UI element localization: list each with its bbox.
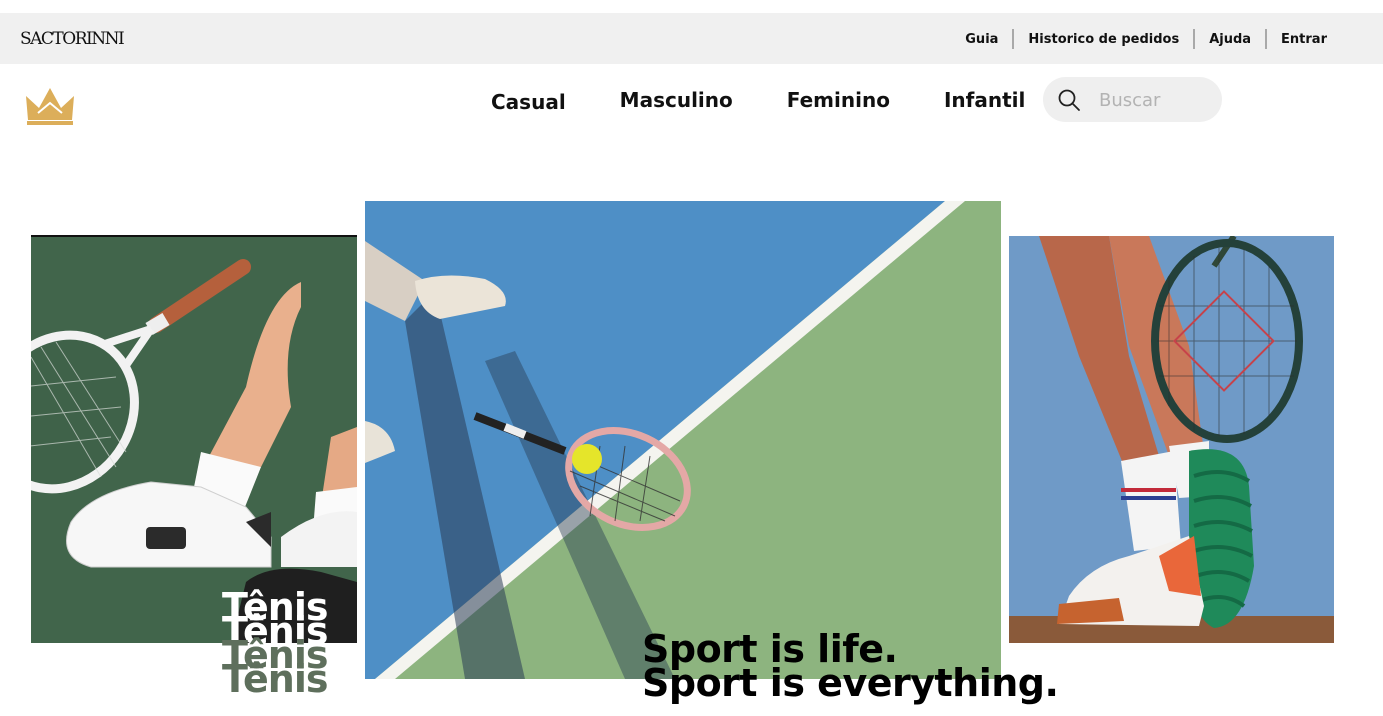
divider bbox=[1012, 29, 1015, 49]
top-utility-bar: SACTORINNI Guia Historico de pedidos Aju… bbox=[0, 13, 1383, 64]
help-link[interactable]: Ajuda bbox=[1209, 32, 1251, 47]
nav-item-infantil[interactable]: Infantil bbox=[944, 88, 1025, 112]
main-nav: Casual Masculino Feminino Infantil bbox=[491, 86, 1025, 114]
search-box[interactable] bbox=[1043, 77, 1222, 122]
crown-icon[interactable] bbox=[24, 86, 76, 126]
search-icon[interactable] bbox=[1057, 88, 1081, 112]
divider bbox=[1265, 29, 1268, 49]
hero-image-left[interactable] bbox=[31, 235, 357, 643]
hero-image-right[interactable] bbox=[1009, 236, 1334, 643]
hero-word-4: Tênis bbox=[222, 657, 328, 701]
guide-link[interactable]: Guia bbox=[965, 32, 998, 47]
utility-nav: Guia Historico de pedidos Ajuda Entrar bbox=[965, 29, 1327, 49]
brand-logo[interactable]: SACTORINNI bbox=[20, 29, 125, 49]
hero-image-center[interactable] bbox=[365, 201, 1001, 679]
nav-item-masculino[interactable]: Masculino bbox=[620, 88, 733, 112]
nav-item-casual[interactable]: Casual bbox=[491, 90, 566, 114]
orders-link[interactable]: Historico de pedidos bbox=[1028, 32, 1179, 47]
nav-item-feminino[interactable]: Feminino bbox=[787, 88, 890, 112]
login-link[interactable]: Entrar bbox=[1281, 32, 1327, 47]
divider bbox=[1193, 29, 1196, 49]
slogan-line-2: Sport is everything. bbox=[642, 661, 1059, 705]
search-input[interactable] bbox=[1097, 87, 1216, 114]
